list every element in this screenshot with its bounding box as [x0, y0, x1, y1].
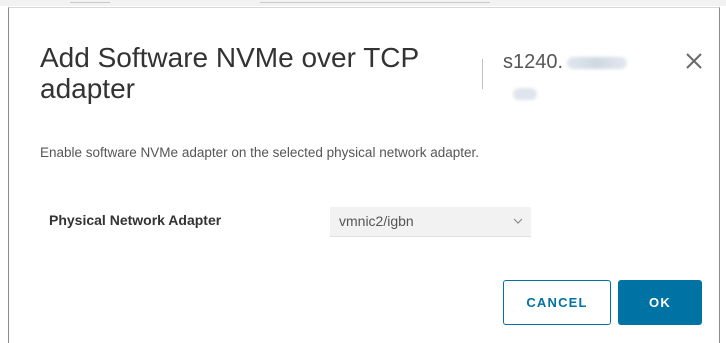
physical-network-adapter-label: Physical Network Adapter [49, 212, 222, 228]
redacted-host-part [567, 56, 628, 69]
close-icon [686, 53, 702, 69]
selected-adapter-value: vmnic2/igbn [339, 213, 414, 229]
ok-button[interactable]: OK [618, 280, 702, 325]
dialog-title: Add Software NVMe over TCP adapter [40, 42, 419, 104]
background-line [70, 2, 110, 3]
host-name: s1240. [503, 48, 628, 100]
background-line [260, 2, 490, 3]
physical-network-adapter-select[interactable]: vmnic2/igbn [330, 207, 531, 237]
background-page-edge [0, 0, 726, 6]
host-name-text: s1240. [503, 51, 564, 73]
header-divider [482, 59, 483, 89]
cancel-button[interactable]: CANCEL [503, 280, 611, 325]
redacted-host-part [513, 88, 537, 100]
chevron-down-icon [513, 218, 523, 224]
add-nvme-tcp-adapter-dialog: Add Software NVMe over TCP adapter s1240… [8, 7, 720, 343]
dialog-description: Enable software NVMe adapter on the sele… [40, 145, 480, 160]
close-button[interactable] [681, 48, 707, 74]
